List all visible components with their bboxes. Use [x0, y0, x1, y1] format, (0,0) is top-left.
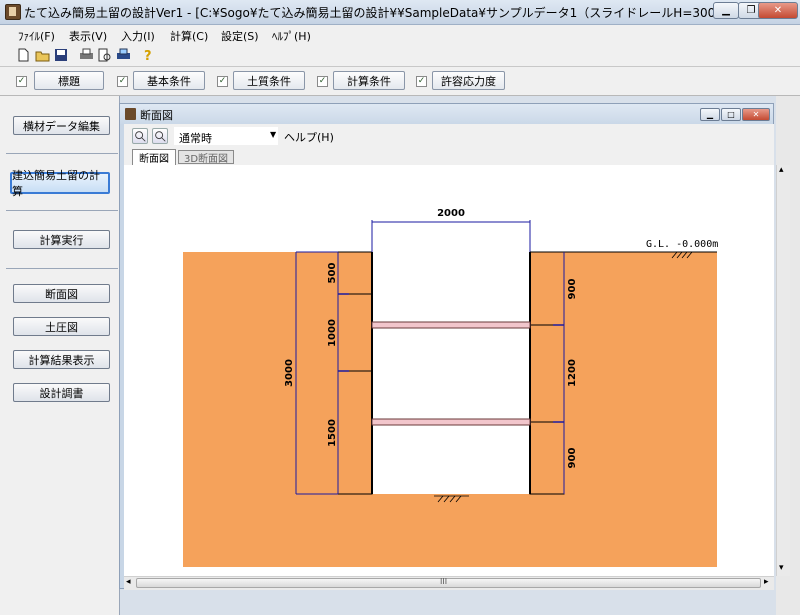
- close-button[interactable]: ✕: [758, 2, 798, 19]
- right-dim-1: 900: [567, 279, 578, 300]
- zoom-in-icon[interactable]: [132, 128, 148, 144]
- child-title-bar: 断面図 ▁ □ ✕: [120, 104, 773, 124]
- menu-input[interactable]: 入力(I): [121, 28, 155, 44]
- left-wall-upper: [337, 251, 373, 295]
- basic-conditions-button[interactable]: 基本条件: [133, 71, 205, 90]
- menu-settings[interactable]: 設定(S): [221, 28, 259, 44]
- tab-3d-section[interactable]: 3D断面図: [178, 150, 234, 165]
- left-dim-3: 1500: [327, 419, 338, 447]
- save-icon[interactable]: [54, 48, 69, 62]
- right-wall-middle: [529, 324, 565, 423]
- left-dim-1: 500: [327, 263, 338, 284]
- scroll-up-arrow[interactable]: ▴: [779, 165, 784, 175]
- title-bar: たて込み簡易土留の設計Ver1 - [C:¥Sogo¥たて込み簡易土留の設計¥¥…: [0, 0, 800, 25]
- menu-view[interactable]: 表示(V): [69, 28, 107, 44]
- divider: [6, 210, 118, 211]
- zoom-out-icon[interactable]: [152, 128, 168, 144]
- load-case-select[interactable]: 通常時: [174, 127, 278, 145]
- toolbar: ?: [0, 44, 800, 67]
- left-wall-lower: [337, 370, 373, 495]
- ground-level-label: G.L. -0.000m: [646, 239, 718, 250]
- print-icon[interactable]: [79, 48, 94, 62]
- earth-pressure-button[interactable]: 土圧図: [13, 317, 110, 336]
- scroll-right-arrow[interactable]: ▸: [764, 577, 769, 587]
- right-dim-3: 900: [567, 448, 578, 469]
- export-icon[interactable]: [116, 48, 131, 62]
- calc-conditions-button[interactable]: 計算条件: [333, 71, 405, 90]
- tab-section[interactable]: 断面図: [132, 149, 176, 165]
- lower-strut: [371, 418, 531, 426]
- divider: [6, 153, 118, 154]
- allowable-stress-button[interactable]: 許容応力度: [432, 71, 505, 90]
- window-title: たて込み簡易土留の設計Ver1 - [C:¥Sogo¥たて込み簡易土留の設計¥¥…: [24, 6, 766, 20]
- canvas-vertical-scrollbar[interactable]: ▴ ▾: [776, 165, 790, 576]
- edit-member-button[interactable]: 横材データ編集: [13, 116, 110, 135]
- print-preview-icon[interactable]: [97, 48, 112, 62]
- new-file-icon[interactable]: [16, 48, 31, 62]
- child-help-menu[interactable]: ヘルプ(H): [284, 129, 334, 145]
- left-panel: 横材データ編集 建込簡易土留の計算 計算実行 断面図 土圧図 計算結果表示 設計…: [0, 96, 120, 615]
- drawing-canvas: 2000 G.L. -0.000m 3000 500 1000 1500 900…: [124, 165, 774, 576]
- chevron-down-icon[interactable]: ▼: [270, 130, 276, 139]
- minimize-button[interactable]: ▁: [713, 2, 739, 19]
- checkbox-basic-conditions[interactable]: ✓: [117, 76, 128, 87]
- scroll-thumb[interactable]: [136, 578, 761, 588]
- run-calculation-button[interactable]: 計算実行: [13, 230, 110, 249]
- menu-file[interactable]: ﾌｧｲﾙ(F): [18, 28, 55, 44]
- app-icon: [5, 4, 21, 20]
- svg-text:?: ?: [144, 49, 152, 62]
- menu-calc[interactable]: 計算(C): [170, 28, 208, 44]
- menu-bar: ﾌｧｲﾙ(F) 表示(V) 入力(I) 計算(C) 設定(S) ﾍﾙﾌﾟ(H): [0, 25, 800, 44]
- title-button[interactable]: 標題: [34, 71, 104, 90]
- right-dim-2: 1200: [567, 359, 578, 387]
- results-button[interactable]: 計算結果表示: [13, 350, 110, 369]
- width-dimension-label: 2000: [437, 208, 465, 219]
- child-toolbar: 通常時 ▼ ヘルプ(H): [124, 124, 774, 148]
- calculation-item-button[interactable]: 建込簡易土留の計算: [10, 169, 110, 198]
- view-tabs: 断面図 3D断面図: [124, 148, 774, 165]
- section-drawing: 2000 G.L. -0.000m 3000 500 1000 1500 900…: [183, 208, 718, 567]
- scroll-grip: III: [440, 577, 448, 586]
- upper-strut: [371, 321, 531, 329]
- scroll-left-arrow[interactable]: ◂: [126, 577, 131, 587]
- help-icon[interactable]: ?: [141, 48, 156, 62]
- child-maximize-button[interactable]: □: [721, 108, 741, 121]
- checkbox-title[interactable]: ✓: [16, 76, 27, 87]
- left-dim-2: 1000: [327, 319, 338, 347]
- scroll-down-arrow[interactable]: ▾: [779, 563, 784, 573]
- menu-help[interactable]: ﾍﾙﾌﾟ(H): [272, 28, 311, 44]
- soil-conditions-button[interactable]: 土質条件: [233, 71, 305, 90]
- section-view-button[interactable]: 断面図: [13, 284, 110, 303]
- section-toggle-bar: ✓ 標題 ✓ 基本条件 ✓ 土質条件 ✓ 計算条件 ✓ 許容応力度: [0, 67, 800, 96]
- right-wall-upper: [529, 251, 565, 326]
- canvas-horizontal-scrollbar[interactable]: ◂ III ▸: [124, 576, 774, 590]
- excavation: [372, 252, 530, 494]
- right-wall-lower: [529, 421, 565, 495]
- divider: [6, 268, 118, 269]
- open-folder-icon[interactable]: [35, 48, 50, 62]
- child-window-title: 断面図: [140, 109, 173, 122]
- child-minimize-button[interactable]: ▁: [700, 108, 720, 121]
- checkbox-soil-conditions[interactable]: ✓: [217, 76, 228, 87]
- checkbox-calc-conditions[interactable]: ✓: [317, 76, 328, 87]
- left-wall-middle: [337, 293, 373, 372]
- report-button[interactable]: 設計調書: [13, 383, 110, 402]
- section-view-window: 断面図 ▁ □ ✕ 通常時 ▼ ヘルプ(H) 断面図 3D断面図 2000 G.…: [119, 103, 790, 590]
- width-dimension: [371, 220, 531, 252]
- child-close-button[interactable]: ✕: [742, 108, 770, 121]
- total-depth-label: 3000: [284, 359, 295, 387]
- checkbox-allowable-stress[interactable]: ✓: [416, 76, 427, 87]
- child-app-icon: [125, 108, 136, 120]
